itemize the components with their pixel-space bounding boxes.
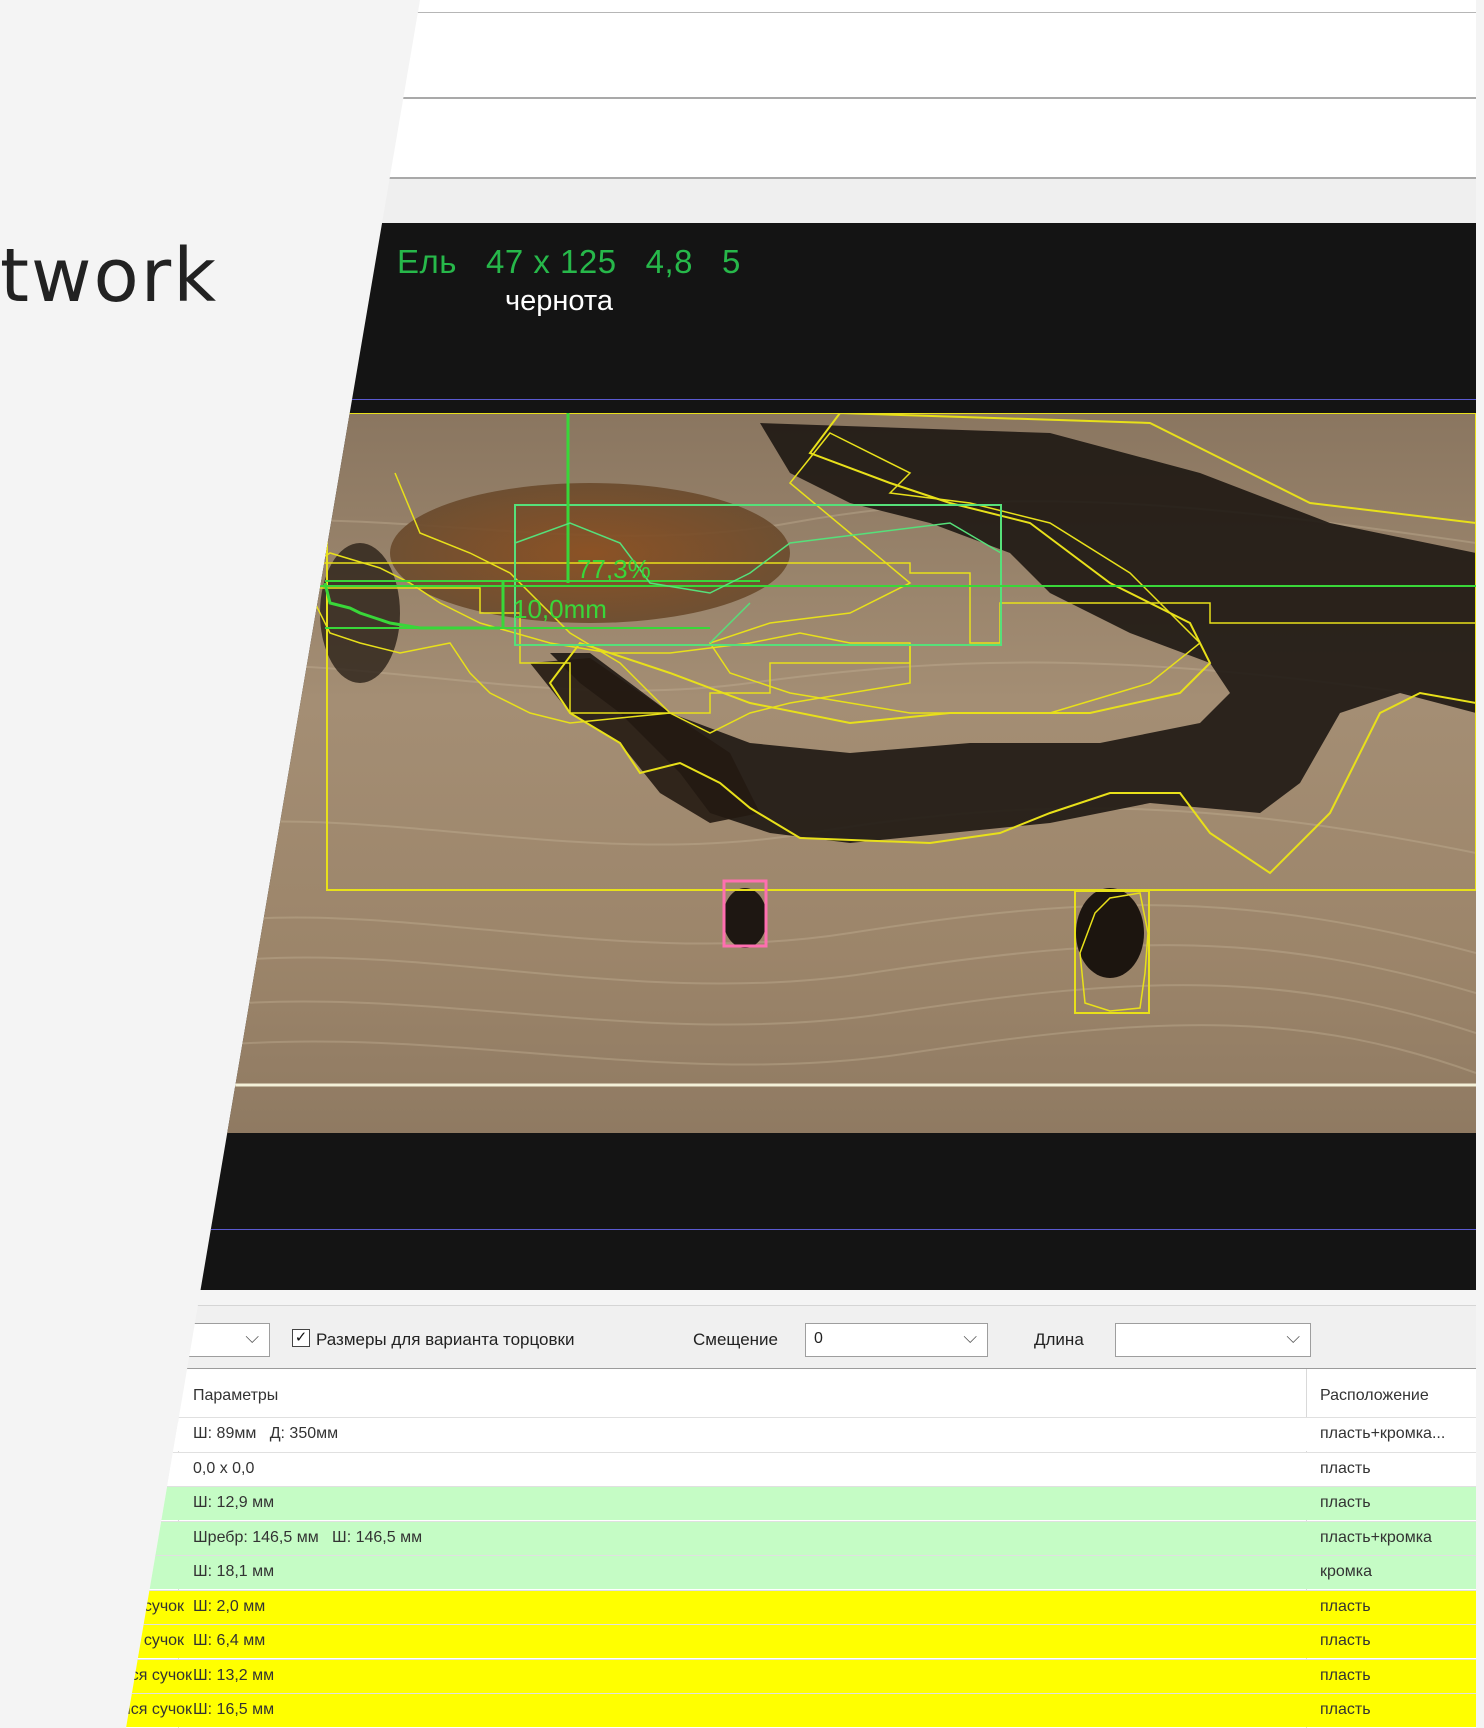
location-cell: пласть [1320, 1666, 1371, 1684]
offset-select[interactable]: 0 ⌵ [805, 1323, 988, 1357]
table-row[interactable]: Ш: 89мм Д: 350мм пласть+кромка... [126, 1417, 1476, 1451]
dimensions-label: 47 x 125 [485, 243, 617, 280]
table-row[interactable]: 0,0 x 0,0 пласть [126, 1451, 1476, 1486]
viewer-frame-top [126, 179, 1476, 223]
ribbon-panel-secondary [126, 99, 1476, 179]
defect-name-cell: сшийся сучок [92, 1701, 193, 1718]
view-mode-select[interactable]: ты ⌵ [115, 1323, 270, 1357]
params-cell: Ш: 2,0 мм [193, 1597, 266, 1615]
defect-name-cell: сшийся сучок [92, 1666, 193, 1684]
params-cell: 0,0 x 0,0 [193, 1459, 255, 1477]
table-row[interactable]: сшийся сучок Ш: 16,5 мм пласть [92, 1693, 1476, 1727]
board-spec-label: Ель 47 x 125 4,8 5 [397, 243, 741, 281]
params-cell: Ш: 6,4 мм [193, 1632, 266, 1649]
column-header-params[interactable]: Параметры [193, 1387, 278, 1405]
location-cell: пласть+кромка... [1320, 1425, 1446, 1442]
species-label: Ель [397, 243, 457, 280]
filter-toolbar: ты ⌵ ✓ Размеры для варианта торцовки Сме… [115, 1305, 1476, 1370]
length-label: Длина [1034, 1330, 1084, 1349]
defect-name-cell: сучок [92, 1528, 133, 1546]
location-cell: пласть+кромка [1320, 1528, 1432, 1546]
value-a-label: 4,8 [645, 243, 693, 280]
defects-table: Параметры Расположение Ш: 89мм Д: 350мм п… [92, 1369, 1476, 1728]
params-cell: Ш: 13,2 мм [193, 1666, 275, 1684]
chevron-down-icon: ⌵ [1286, 1327, 1300, 1347]
params-cell: Ш: 18,1 мм [193, 1563, 275, 1580]
ribbon-panel [126, 13, 1476, 99]
value-b-label: 5 [722, 243, 741, 280]
measure-percent-label: 77,3% [577, 554, 651, 584]
location-cell: кромка [1320, 1563, 1373, 1580]
location-cell: пласть [1320, 1459, 1371, 1477]
upper-guide-line [126, 399, 1476, 400]
length-select[interactable]: ⌵ [1115, 1323, 1311, 1357]
defect-type-label: чернота [505, 285, 613, 317]
view-mode-value: ты [115, 1330, 134, 1347]
location-cell: пласть [1320, 1701, 1371, 1718]
application-window: Ель 47 x 125 4,8 5 чернота 77,3% 10,0mm … [92, 0, 1476, 1728]
small-knot-right [1076, 888, 1144, 978]
trim-variant-checkbox-label: Размеры для варианта торцовки [316, 1330, 575, 1349]
defect-name-cell: шийся сучок [92, 1597, 185, 1615]
location-cell: пласть [1320, 1597, 1371, 1615]
top-strip [126, 0, 1476, 13]
defect-name-cell: й сучок [92, 1563, 146, 1580]
table-row[interactable]: сучок Ш: 12,9 мм пласть [92, 1486, 1476, 1520]
measure-width-label: 10,0mm [513, 594, 607, 624]
table-row[interactable]: й сучок Ш: 18,1 мм кромка [92, 1555, 1476, 1589]
location-cell: пласть [1320, 1632, 1371, 1649]
chevron-down-icon: ⌵ [245, 1327, 259, 1347]
offset-label: Смещение [693, 1330, 779, 1349]
params-cell: Шребр: 146,5 мм Ш: 146,5 мм [193, 1528, 423, 1546]
table-row[interactable]: шийся сучок Ш: 6,4 мм пласть [92, 1624, 1476, 1658]
table-row[interactable]: сучок Шребр: 146,5 мм Ш: 146,5 мм пласть+к… [92, 1520, 1476, 1555]
defect-name-cell: шийся сучок [92, 1632, 185, 1649]
params-cell: Ш: 12,9 мм [193, 1494, 275, 1511]
location-cell: пласть [1320, 1494, 1371, 1511]
chevron-down-icon: ⌵ [963, 1327, 977, 1347]
params-cell: Ш: 16,5 мм [193, 1701, 275, 1718]
tiny-knot-left [206, 967, 226, 999]
defect-name-cell: сучок [92, 1494, 133, 1511]
params-cell: Ш: 89мм Д: 350мм [193, 1425, 339, 1442]
board-image-viewer[interactable]: Ель 47 x 125 4,8 5 чернота 77,3% 10,0mm [126, 223, 1476, 1290]
column-header-location[interactable]: Расположение [1320, 1387, 1429, 1405]
table-row[interactable]: сшийся сучок Ш: 13,2 мм пласть [92, 1658, 1476, 1693]
table-row[interactable]: шийся сучок Ш: 2,0 мм пласть [92, 1589, 1476, 1624]
trim-variant-checkbox[interactable]: ✓ [292, 1329, 310, 1347]
lower-guide-line [126, 1229, 1476, 1230]
offset-value: 0 [814, 1330, 823, 1347]
background-title: twork [0, 233, 219, 319]
small-knot-pink [723, 888, 767, 948]
board-scan-image: 77,3% 10,0mm [150, 413, 1476, 1133]
tiny-knot-box [215, 972, 237, 1014]
